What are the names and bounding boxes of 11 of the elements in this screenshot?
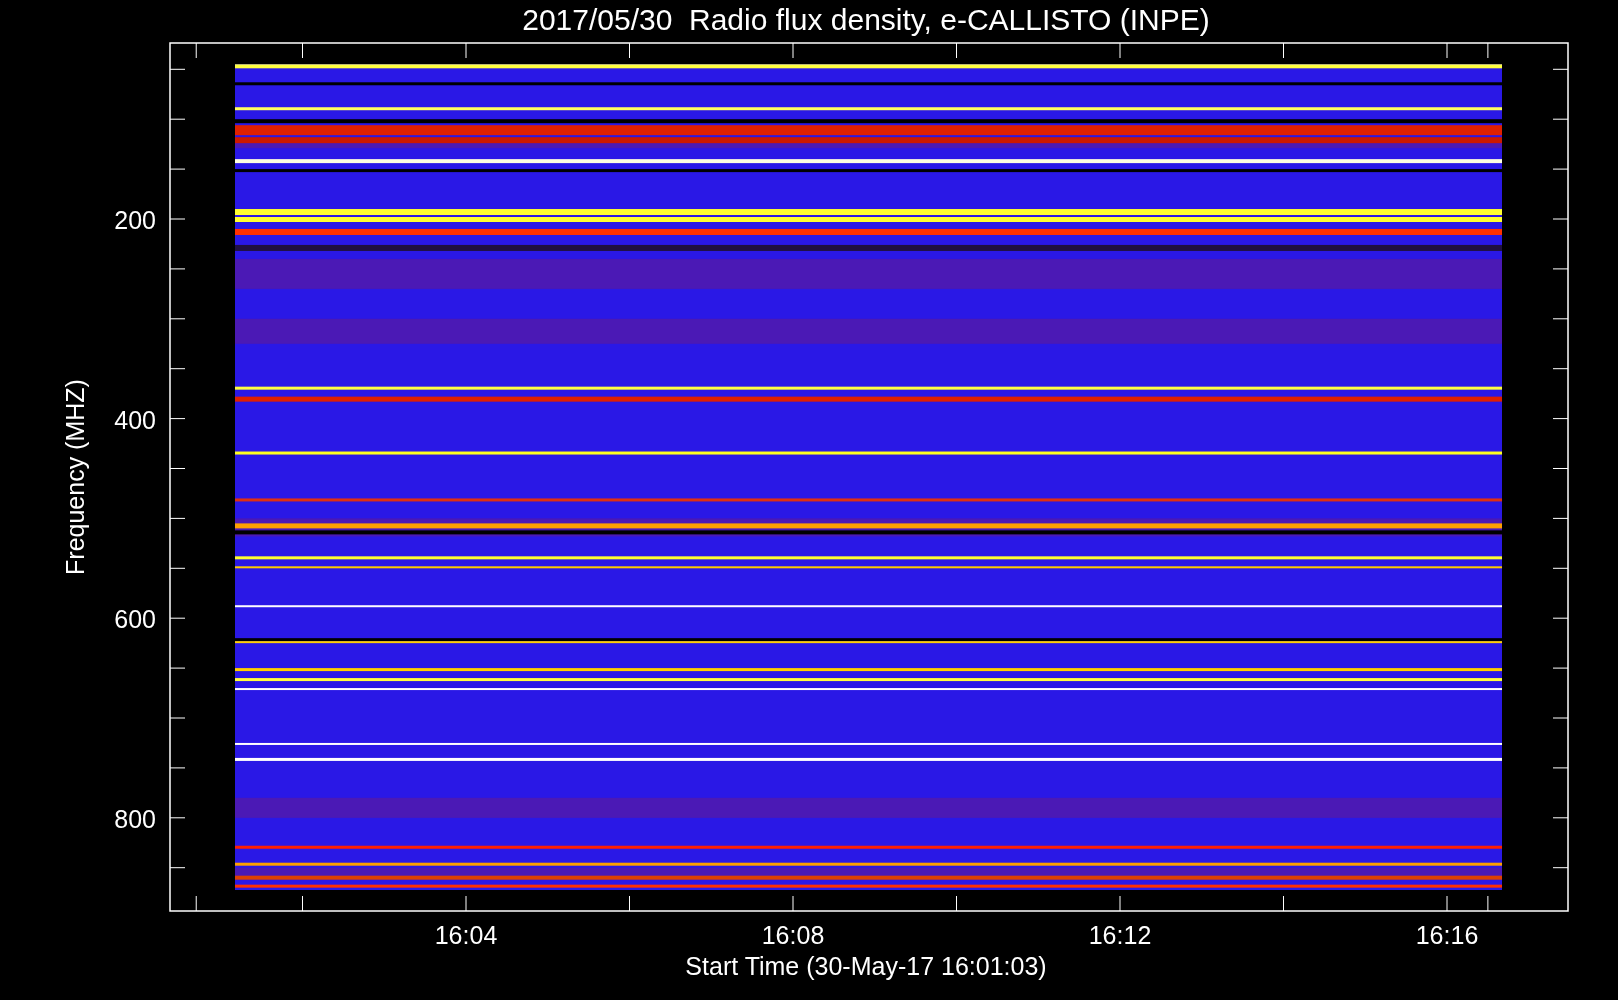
- x-tick-label: 16:16: [1415, 921, 1479, 949]
- x-tick-label: 16:12: [1088, 921, 1152, 949]
- y-tick-label: 400: [114, 405, 156, 434]
- x-axis-title: Start Time (30-May-17 16:01:03): [685, 952, 1047, 980]
- x-tick-label: 16:04: [434, 921, 498, 949]
- y-tick-label: 600: [114, 605, 156, 634]
- x-tick-label: 16:08: [761, 921, 825, 949]
- chart-title: 2017/05/30 Radio flux density, e-CALLISTO (INPE): [522, 3, 1210, 36]
- y-axis-title: Frequency (MHZ): [61, 379, 89, 575]
- y-tick-label: 800: [114, 804, 156, 833]
- y-tick-label: 200: [114, 206, 156, 234]
